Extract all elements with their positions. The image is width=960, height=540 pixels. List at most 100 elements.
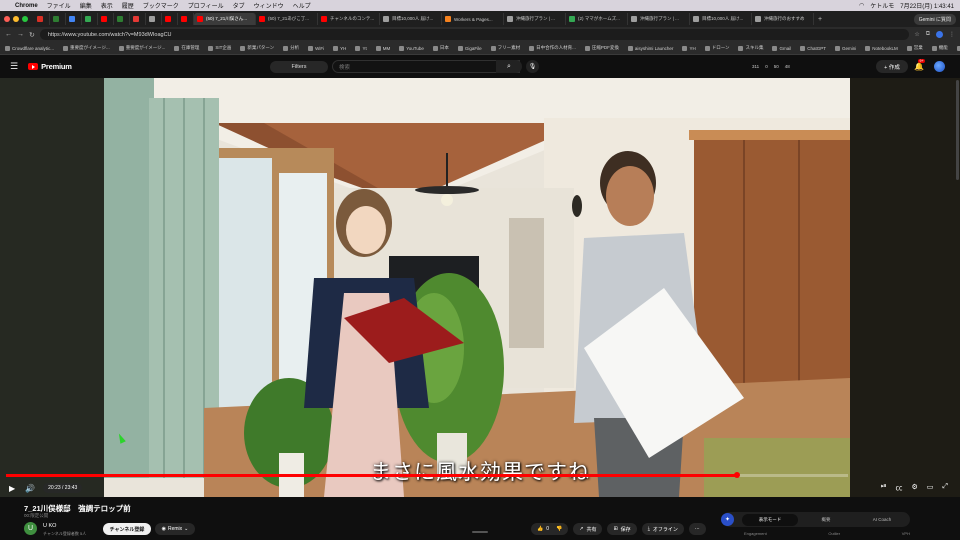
browser-tab[interactable]: チャンネルのコンテ... (318, 13, 380, 25)
more-menu-icon[interactable]: ⋮ (949, 31, 955, 38)
settings-gear-icon[interactable]: ⚙ (911, 483, 917, 493)
share-button[interactable]: ↗ 共有 (573, 523, 603, 535)
browser-tab[interactable]: Workers & Pages... (442, 13, 504, 25)
voice-search-button[interactable]: 🎙 (526, 60, 539, 73)
menu-item-history[interactable]: 履歴 (122, 1, 134, 10)
menu-item-help[interactable]: ヘルプ (293, 1, 311, 10)
browser-tab[interactable] (98, 13, 114, 25)
browser-tab[interactable] (162, 13, 178, 25)
forward-icon[interactable]: → (17, 31, 24, 38)
wifi-icon[interactable]: ◠ (859, 2, 864, 9)
browser-tab[interactable] (114, 13, 130, 25)
bookmark-item[interactable]: 機能 (931, 45, 948, 51)
bookmark-item[interactable]: MM (375, 45, 390, 51)
bookmark-item[interactable]: Gemini (835, 45, 856, 51)
stat-subs[interactable]: 48 (785, 64, 790, 69)
thumbs-down-icon[interactable]: 👎 (556, 526, 562, 532)
zoom-window-button[interactable] (22, 16, 28, 22)
bookmark-item[interactable]: WiFi (308, 45, 324, 51)
battery-status[interactable]: ケトルモ (870, 1, 894, 10)
progress-bar[interactable] (6, 472, 848, 478)
panel-grab-handle[interactable] (472, 531, 488, 533)
channel-name[interactable]: U KO (43, 523, 56, 529)
tab-display-mode[interactable]: 表示モード (742, 513, 798, 526)
browser-tab[interactable]: (50) 7_21川俣さん... (194, 13, 256, 25)
search-input[interactable]: 検索 (332, 60, 520, 73)
bookmark-item[interactable]: YouTube (399, 45, 424, 51)
bookmark-item[interactable]: 重要度がイメージ... (63, 45, 110, 51)
channel-avatar[interactable]: U (24, 522, 37, 535)
youtube-logo[interactable]: Premium (28, 62, 72, 71)
progress-scrubber[interactable] (733, 472, 740, 478)
browser-tab[interactable]: 目標10,000人 届け... (380, 13, 442, 25)
clock[interactable]: 7月22日(月) 1:43:41 (900, 1, 954, 10)
bookmark-item[interactable]: 営業 (906, 45, 923, 51)
notifications-bell-icon[interactable]: 🔔 9+ (914, 59, 925, 71)
browser-tab[interactable]: 沖縄旅行のおすすめ (752, 13, 814, 25)
bookmark-item[interactable]: NotebookLM (865, 45, 898, 51)
remix-button[interactable]: ◉ Remix ⌄ (155, 523, 195, 535)
account-avatar[interactable] (934, 61, 945, 72)
menu-item-view[interactable]: 表示 (101, 1, 113, 10)
browser-tab[interactable] (178, 13, 194, 25)
browser-tab[interactable] (34, 13, 50, 25)
menu-app-name[interactable]: Chrome (15, 3, 38, 9)
bookmark-item[interactable]: Gmail (772, 45, 791, 51)
stat-likes[interactable]: 50 (774, 64, 779, 69)
menu-item-tab[interactable]: タブ (233, 1, 245, 10)
browser-tab[interactable] (82, 13, 98, 25)
bookmark-item[interactable]: 在庫管理 (174, 45, 199, 51)
profile-icon[interactable] (936, 31, 943, 38)
video-player[interactable]: まさに風水効果ですね ▶ 🔊 20:23 / 23:43 ⏯ ㏄ ⚙ ▭ ⤢ (0, 78, 960, 497)
browser-tab[interactable] (146, 13, 162, 25)
bookmark-item[interactable]: ドローン (704, 45, 729, 51)
more-actions-button[interactable]: ⋯ (688, 523, 706, 535)
menu-item-edit[interactable]: 編集 (80, 1, 92, 10)
url-field[interactable]: https://www.youtube.com/watch?v=M93dWIoa… (39, 29, 910, 40)
menu-item-profile[interactable]: プロフィール (188, 1, 224, 10)
bookmark-item[interactable]: 日本 (432, 45, 449, 51)
browser-tab[interactable]: 沖縄旅行プラン | ... (504, 13, 566, 25)
new-tab-button[interactable]: + (818, 16, 822, 23)
bookmark-item[interactable]: GigaFile (457, 45, 482, 51)
search-button[interactable]: ⌕ (496, 60, 522, 73)
tab-overview[interactable]: 概要 (798, 517, 854, 523)
bookmark-item[interactable]: スキル集 (738, 45, 763, 51)
browser-tab[interactable]: (2) ママがホームズ... (566, 13, 628, 25)
sparkle-icon[interactable]: ✦ (721, 513, 734, 526)
subscribe-button[interactable]: チャンネル登録 (103, 523, 151, 535)
bookmark-item[interactable]: Yt (355, 45, 367, 51)
bookmark-item[interactable]: 日中合作の人材育... (529, 45, 576, 51)
filters-button[interactable]: Filters (270, 60, 328, 73)
bookmark-item[interactable]: 新業パターン (240, 45, 274, 51)
menu-item-file[interactable]: ファイル (47, 1, 71, 10)
autoplay-icon[interactable]: ⏯ (881, 483, 887, 493)
bookmark-item[interactable]: YH (682, 45, 696, 51)
menu-item-bookmarks[interactable]: ブックマーク (143, 1, 179, 10)
create-button[interactable]: + 作成 (876, 60, 908, 73)
browser-tab[interactable] (66, 13, 82, 25)
browser-tab[interactable]: 目標10,000人 届け... (690, 13, 752, 25)
minimize-window-button[interactable] (13, 16, 19, 22)
browser-tab[interactable] (130, 13, 146, 25)
extensions-icon[interactable]: ⧉ (926, 31, 930, 38)
stat-views[interactable]: 311 (752, 64, 759, 69)
stat-comments[interactable]: 0 (765, 64, 768, 69)
like-button[interactable]: 👍 0 👎 (531, 523, 569, 535)
bookmark-item[interactable]: 分析 (283, 45, 299, 51)
tab-ai-coach[interactable]: AI Coach (854, 517, 910, 522)
browser-tab[interactable] (50, 13, 66, 25)
menu-item-window[interactable]: ウィンドウ (254, 1, 284, 10)
gemini-button[interactable]: Gemini に質問 (913, 13, 956, 25)
bookmark-item[interactable]: 重要度がイメージ... (118, 45, 165, 51)
page-scrollbar[interactable] (956, 80, 959, 180)
close-window-button[interactable] (4, 16, 10, 22)
bookmark-item[interactable]: ChatGPT (800, 45, 826, 51)
browser-tab[interactable]: (50) 7_21あびこ丁... (256, 13, 318, 25)
bookmark-item[interactable]: YH (333, 45, 346, 51)
bookmark-item[interactable]: Crowdflare analytic... (5, 45, 54, 51)
volume-icon[interactable]: 🔊 (25, 484, 35, 493)
captions-icon[interactable]: ㏄ (895, 483, 902, 493)
theater-mode-icon[interactable]: ▭ (927, 483, 934, 493)
browser-tab[interactable]: 沖縄旅行プラン | ... (628, 13, 690, 25)
